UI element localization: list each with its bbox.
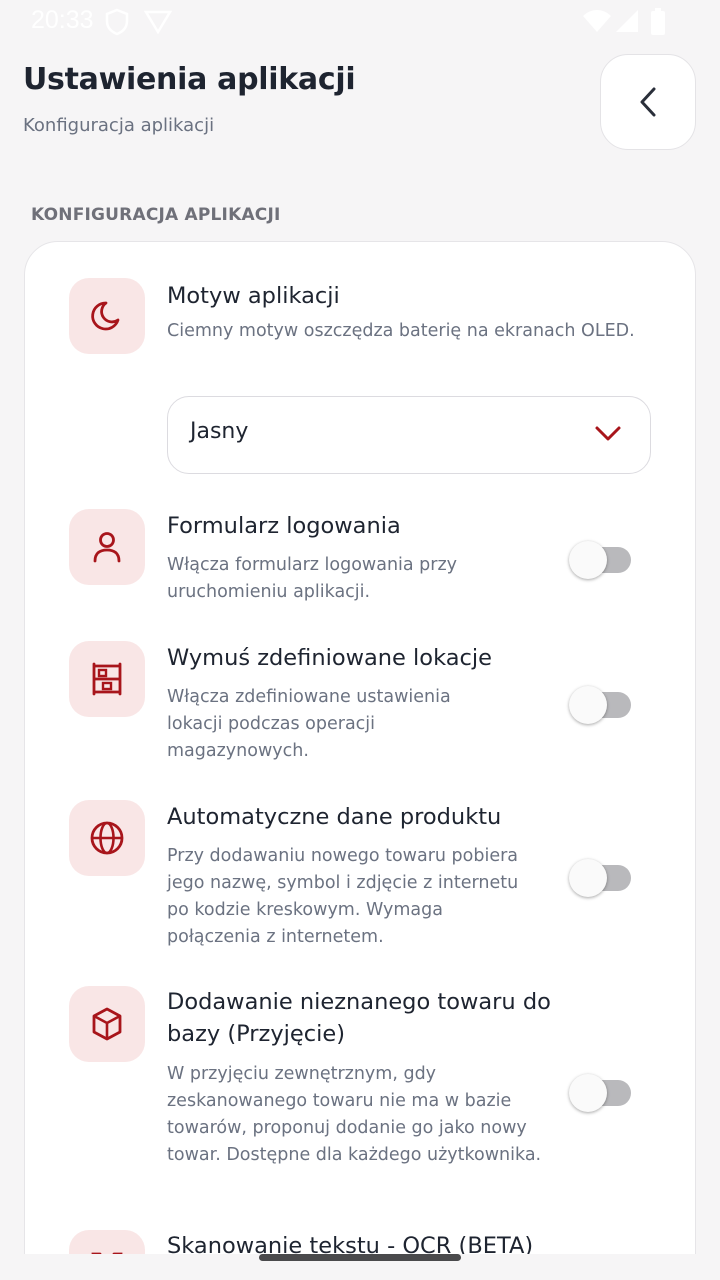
page-subtitle: Konfiguracja aplikacji xyxy=(23,115,215,136)
vpn-icon xyxy=(144,10,172,34)
back-button[interactable] xyxy=(600,54,696,150)
cube-icon-tile xyxy=(69,986,145,1062)
setting-description: Przy dodawaniu nowego towaru pobiera jeg… xyxy=(167,846,519,947)
theme-select-value: Jasny xyxy=(190,419,249,444)
auto-product-data-toggle[interactable] xyxy=(569,859,631,897)
status-time: 20:33 xyxy=(31,6,94,34)
add-unknown-product-toggle[interactable] xyxy=(569,1074,631,1112)
status-bar: 20:33 xyxy=(0,0,720,44)
battery-icon xyxy=(651,8,665,35)
chevron-down-icon xyxy=(595,426,621,441)
toggle-knob xyxy=(569,1074,607,1112)
setting-description: Ciemny motyw oszczędza baterię na ekrana… xyxy=(167,321,635,341)
setting-description: Włącza formularz logowania przy uruchomi… xyxy=(167,555,458,602)
home-indicator[interactable] xyxy=(259,1254,461,1261)
chevron-left-icon xyxy=(640,87,656,117)
toggle-knob xyxy=(569,859,607,897)
setting-title: Dodawanie nieznanego towaru do bazy (Prz… xyxy=(167,989,551,1047)
warehouse-shelf-icon xyxy=(92,662,122,696)
user-icon-tile xyxy=(69,509,145,585)
globe-icon xyxy=(90,821,124,855)
setting-title: Automatyczne dane produktu xyxy=(167,804,502,830)
warehouse-shelf-icon-tile xyxy=(69,641,145,717)
cube-icon xyxy=(92,1007,122,1041)
section-label: KONFIGURACJA APLIKACJI xyxy=(31,205,281,225)
globe-icon-tile xyxy=(69,800,145,876)
page-title: Ustawienia aplikacji xyxy=(23,62,356,97)
setting-title: Motyw aplikacji xyxy=(167,283,340,309)
moon-icon xyxy=(91,301,120,331)
user-icon xyxy=(93,532,121,563)
setting-description: Włącza zdefiniowane ustawienia lokacji p… xyxy=(167,687,451,761)
setting-title: Wymuś zdefiniowane lokacje xyxy=(167,645,492,671)
setting-title: Formularz logowania xyxy=(167,513,401,539)
shield-icon xyxy=(105,8,129,36)
moon-icon-tile xyxy=(69,278,145,354)
signal-icon xyxy=(616,10,638,32)
toggle-knob xyxy=(569,541,607,579)
settings-card: Motyw aplikacji Ciemny motyw oszczędza b… xyxy=(24,241,696,1280)
login-form-toggle[interactable] xyxy=(569,541,631,579)
theme-select[interactable]: Jasny xyxy=(167,396,651,474)
setting-description: W przyjęciu zewnętrznym, gdy zeskanowane… xyxy=(167,1064,542,1165)
toggle-knob xyxy=(569,686,607,724)
enforce-locations-toggle[interactable] xyxy=(569,686,631,724)
wifi-icon xyxy=(583,10,611,32)
